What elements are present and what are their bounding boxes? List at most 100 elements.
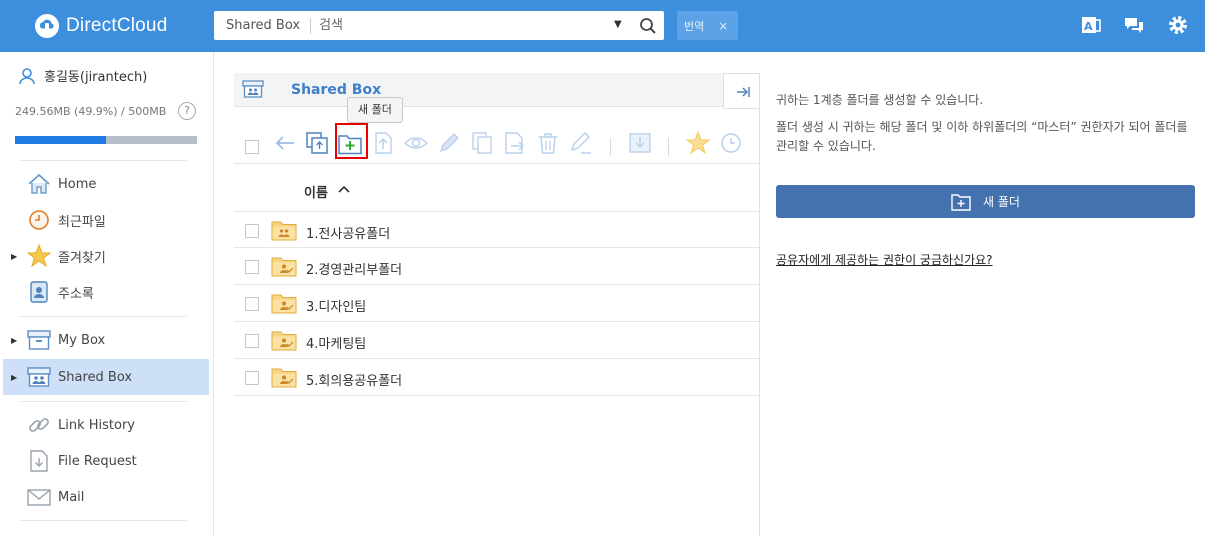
top-header: DirectCloud Shared Box ▼ 번역 × A (0, 0, 1205, 52)
sidebar-item-home[interactable]: Home (3, 166, 209, 202)
user-profile[interactable]: 홍길동(jirantech) (18, 66, 147, 85)
column-header-name[interactable]: 이름 (304, 182, 328, 201)
row-checkbox[interactable] (245, 297, 259, 311)
toolbar-separator (610, 138, 611, 156)
shared-box-icon (242, 80, 264, 98)
search-bar: Shared Box ▼ (214, 11, 664, 40)
search-icon[interactable] (638, 16, 658, 36)
table-row[interactable]: 4.마케팅팀 (234, 322, 764, 359)
sidebar-item-label: Home (58, 176, 97, 192)
sidebar-item-label: File Request (58, 453, 137, 469)
sidebar-item-contacts[interactable]: 주소록 (3, 274, 209, 310)
svg-text:A: A (1084, 20, 1093, 33)
row-checkbox[interactable] (245, 334, 259, 348)
sidebar-item-favorites[interactable]: ▶ 즐겨찾기 (3, 238, 209, 274)
trash-icon[interactable] (535, 130, 561, 156)
storage-quota-bar (15, 136, 197, 144)
table-row[interactable]: 5.회의용공유폴더 (234, 359, 764, 396)
divider (20, 160, 187, 161)
sidebar-item-label: Link History (58, 417, 136, 433)
expand-arrow-icon[interactable]: ▶ (11, 373, 17, 382)
page-title[interactable]: Shared Box (291, 82, 381, 98)
sidebar-item-label: 즐겨찾기 (58, 250, 106, 266)
shared-folder-icon (271, 257, 297, 277)
download-icon[interactable] (627, 130, 653, 156)
translate-toggle[interactable]: 번역 × (677, 11, 738, 40)
file-list-area: Shared Box 새 폴더 이름 1.전사공유폴더 2.경영관리부폴더 3.… (214, 52, 764, 536)
file-name[interactable]: 5.회의용공유폴더 (306, 370, 402, 389)
info-panel: 귀하는 1계층 폴더를 생성할 수 있습니다. 폴더 생성 시 귀하는 해당 폴… (759, 73, 1205, 536)
logo-text: DirectCloud (66, 15, 168, 36)
file-request-icon (30, 450, 48, 472)
file-name[interactable]: 1.전사공유폴더 (306, 223, 390, 242)
translate-close-icon[interactable]: × (718, 19, 728, 33)
link-icon (29, 418, 49, 432)
shared-folder-icon (271, 331, 297, 351)
divider (20, 520, 187, 521)
help-icon[interactable]: ? (178, 102, 196, 120)
sidebar-item-label: Mail (58, 489, 85, 505)
new-folder-button-label: 새 폴더 (983, 195, 1020, 209)
row-checkbox[interactable] (245, 371, 259, 385)
sidebar-item-label: Shared Box (58, 369, 133, 385)
new-folder-highlight (335, 123, 368, 159)
preview-eye-icon[interactable] (403, 130, 429, 156)
sidebar-item-recent[interactable]: 최근파일 (3, 202, 209, 238)
translate-app-icon[interactable]: A (1080, 14, 1102, 36)
expand-arrow-icon[interactable]: ▶ (11, 252, 17, 261)
new-folder-button[interactable]: 새 폴더 (776, 185, 1195, 218)
storage-quota-fill (15, 136, 106, 144)
file-name[interactable]: 4.마케팅팀 (306, 333, 366, 352)
upload-icon[interactable] (370, 130, 396, 156)
toolbar-separator (668, 138, 669, 156)
translate-label: 번역 (684, 19, 705, 33)
sidebar-item-link-history[interactable]: Link History (3, 407, 209, 443)
table-row[interactable]: 3.디자인팀 (234, 285, 764, 322)
history-clock-icon[interactable] (718, 130, 744, 156)
sort-ascending-icon[interactable] (338, 184, 350, 194)
search-input[interactable] (319, 18, 590, 33)
move-icon[interactable] (502, 130, 528, 156)
table-row[interactable]: 2.경영관리부폴더 (234, 248, 764, 285)
user-name: 홍길동(jirantech) (44, 70, 148, 85)
search-scope[interactable]: Shared Box (214, 17, 312, 34)
divider (20, 316, 187, 317)
collapse-panel-icon (737, 87, 750, 97)
select-all-checkbox[interactable] (245, 140, 259, 154)
scope-dropdown-icon[interactable]: ▼ (614, 19, 622, 30)
app-logo[interactable]: DirectCloud (34, 13, 167, 39)
toolbar (234, 124, 764, 164)
expand-arrow-icon[interactable]: ▶ (11, 336, 17, 345)
panel-collapse-button[interactable] (723, 73, 760, 109)
row-checkbox[interactable] (245, 224, 259, 238)
shared-box-icon (27, 367, 51, 387)
sidebar-item-file-request[interactable]: File Request (3, 443, 209, 479)
favorite-star-icon[interactable] (685, 130, 711, 156)
sidebar-item-label: My Box (58, 332, 106, 348)
sidebar-item-shared-box[interactable]: ▶ Shared Box (3, 359, 209, 395)
sidebar-item-mail[interactable]: Mail (3, 479, 209, 515)
gear-icon[interactable] (1167, 14, 1189, 36)
sidebar-item-my-box[interactable]: ▶ My Box (3, 322, 209, 358)
rename-icon[interactable] (568, 130, 594, 156)
shared-folder-icon (271, 294, 297, 314)
table-row[interactable]: 1.전사공유폴더 (234, 211, 764, 248)
home-icon (28, 173, 50, 194)
row-checkbox[interactable] (245, 260, 259, 274)
shared-folder-icon (271, 368, 297, 388)
copy-icon[interactable] (469, 130, 495, 156)
file-name[interactable]: 2.경영관리부폴더 (306, 259, 402, 278)
edit-pencil-icon[interactable] (436, 130, 462, 156)
divider (20, 401, 187, 402)
file-name[interactable]: 3.디자인팀 (306, 296, 366, 315)
sidebar: 홍길동(jirantech) 249.56MB (49.9%) / 500MB … (0, 52, 214, 536)
panel-info-text: 귀하는 1계층 폴더를 생성할 수 있습니다. (776, 93, 984, 107)
back-arrow-icon[interactable] (272, 130, 298, 156)
permissions-help-link[interactable]: 공유자에게 제공하는 권한이 궁금하신가요? (776, 251, 993, 268)
panel-description: 폴더 생성 시 귀하는 해당 폴더 및 이하 하위폴더의 “마스터” 권한자가 … (776, 120, 1188, 153)
user-icon (19, 67, 35, 84)
chat-icon[interactable] (1123, 14, 1145, 36)
upload-folder-icon[interactable] (304, 130, 330, 156)
star-icon (26, 243, 52, 268)
address-book-icon (30, 281, 48, 303)
